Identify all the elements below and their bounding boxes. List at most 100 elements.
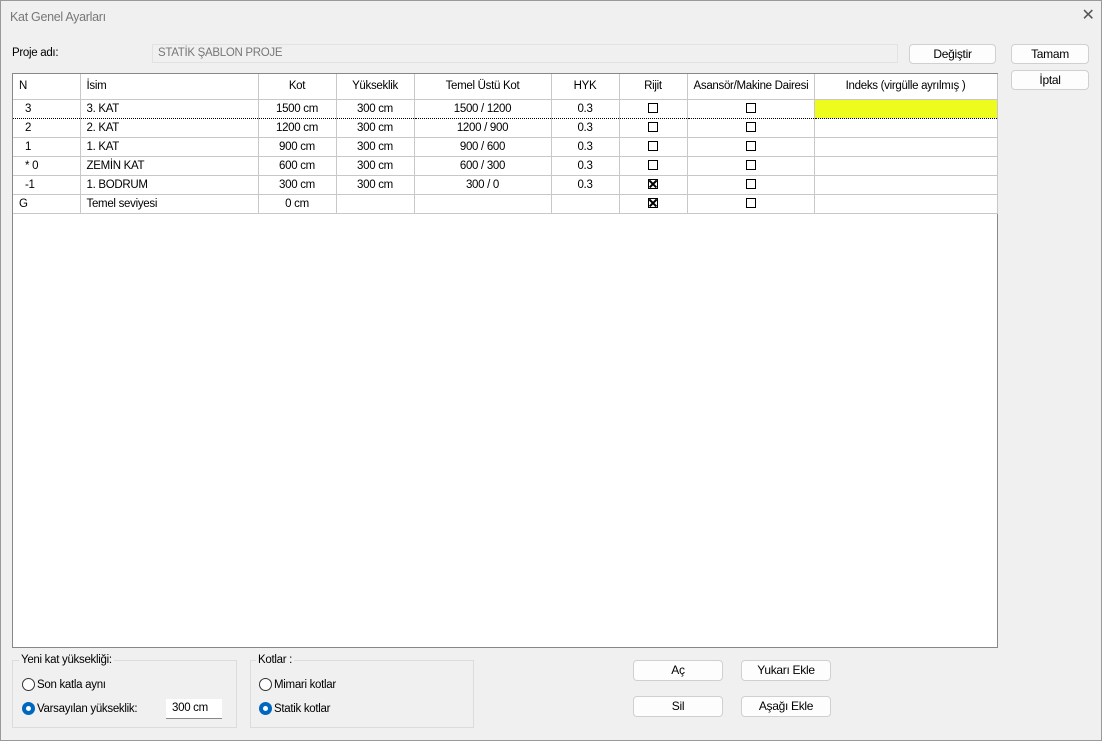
kot-cell[interactable]: 1200 cm xyxy=(258,118,336,137)
temel-cell[interactable]: 900 / 600 xyxy=(414,137,551,156)
n-cell[interactable]: -1 xyxy=(13,175,80,194)
rigid-cell[interactable] xyxy=(619,194,687,213)
window-title: Kat Genel Ayarları xyxy=(10,10,106,24)
rigid-cell[interactable] xyxy=(619,99,687,118)
height-cell[interactable]: 300 cm xyxy=(336,175,414,194)
name-cell[interactable]: Temel seviyesi xyxy=(80,194,258,213)
add-below-button[interactable]: Aşağı Ekle xyxy=(741,696,831,717)
unchecked-checkbox-icon[interactable] xyxy=(746,198,756,208)
elevator-cell[interactable] xyxy=(687,99,814,118)
index-cell[interactable] xyxy=(814,118,997,137)
temel-cell[interactable] xyxy=(414,194,551,213)
height-cell[interactable]: 300 cm xyxy=(336,156,414,175)
table-row[interactable]: -11. BODRUM300 cm300 cm300 / 00.3 xyxy=(13,175,997,194)
unchecked-checkbox-icon[interactable] xyxy=(648,141,658,151)
column-header[interactable]: İsim xyxy=(80,74,258,99)
close-icon[interactable]: ✕ xyxy=(1079,5,1097,25)
temel-cell[interactable]: 1200 / 900 xyxy=(414,118,551,137)
checked-checkbox-icon[interactable] xyxy=(648,198,658,208)
name-cell[interactable]: 1. BODRUM xyxy=(80,175,258,194)
column-header[interactable]: Rijit xyxy=(619,74,687,99)
index-cell[interactable] xyxy=(814,99,997,118)
radio-mimari[interactable]: Mimari kotlar xyxy=(259,678,336,691)
elevator-cell[interactable] xyxy=(687,194,814,213)
column-header[interactable]: Yükseklik xyxy=(336,74,414,99)
delete-button[interactable]: Sil xyxy=(633,696,723,717)
rigid-cell[interactable] xyxy=(619,156,687,175)
n-cell[interactable]: G xyxy=(13,194,80,213)
height-cell[interactable] xyxy=(336,194,414,213)
elevator-cell[interactable] xyxy=(687,175,814,194)
n-cell[interactable]: 1 xyxy=(13,137,80,156)
name-cell[interactable]: 2. KAT xyxy=(80,118,258,137)
open-button[interactable]: Aç xyxy=(633,660,723,681)
checked-checkbox-icon[interactable] xyxy=(648,179,658,189)
table-row[interactable]: * 0ZEMİN KAT600 cm300 cm600 / 3000.3 xyxy=(13,156,997,175)
column-header[interactable]: N xyxy=(13,74,80,99)
hyk-cell[interactable] xyxy=(551,194,619,213)
default-height-input[interactable]: 300 cm xyxy=(166,699,222,719)
radio-statik[interactable]: Statik kotlar xyxy=(259,702,330,715)
column-header[interactable]: HYK xyxy=(551,74,619,99)
radio-default-height[interactable]: Varsayılan yükseklik: xyxy=(22,702,137,715)
add-above-button[interactable]: Yukarı Ekle xyxy=(741,660,831,681)
n-cell[interactable]: 3 xyxy=(13,99,80,118)
rigid-cell[interactable] xyxy=(619,137,687,156)
elevator-cell[interactable] xyxy=(687,137,814,156)
height-cell[interactable]: 300 cm xyxy=(336,99,414,118)
height-cell[interactable]: 300 cm xyxy=(336,118,414,137)
hyk-cell[interactable]: 0.3 xyxy=(551,118,619,137)
kotlar-label: Kotlar : xyxy=(256,654,294,666)
hyk-cell[interactable]: 0.3 xyxy=(551,156,619,175)
column-header[interactable]: Asansör/Makine Dairesi xyxy=(687,74,814,99)
temel-cell[interactable]: 600 / 300 xyxy=(414,156,551,175)
elevator-cell[interactable] xyxy=(687,156,814,175)
unchecked-checkbox-icon[interactable] xyxy=(746,179,756,189)
n-cell[interactable]: * 0 xyxy=(13,156,80,175)
column-header[interactable]: Kot xyxy=(258,74,336,99)
cancel-button[interactable]: İptal xyxy=(1011,70,1089,90)
index-cell[interactable] xyxy=(814,137,997,156)
floor-grid[interactable]: NİsimKotYükseklikTemel Üstü KotHYKRijitA… xyxy=(12,73,998,648)
change-button[interactable]: Değiştir xyxy=(909,44,996,64)
temel-cell[interactable]: 1500 / 1200 xyxy=(414,99,551,118)
n-cell[interactable]: 2 xyxy=(13,118,80,137)
temel-cell[interactable]: 300 / 0 xyxy=(414,175,551,194)
index-cell[interactable] xyxy=(814,194,997,213)
column-header[interactable]: Temel Üstü Kot xyxy=(414,74,551,99)
unchecked-checkbox-icon[interactable] xyxy=(648,122,658,132)
table-row[interactable]: GTemel seviyesi0 cm xyxy=(13,194,997,213)
column-header[interactable]: Indeks (virgülle ayrılmış ) xyxy=(814,74,997,99)
kot-cell[interactable]: 0 cm xyxy=(258,194,336,213)
radio-same-as-last[interactable]: Son katla aynı xyxy=(22,678,106,691)
hyk-cell[interactable]: 0.3 xyxy=(551,137,619,156)
hyk-cell[interactable]: 0.3 xyxy=(551,175,619,194)
ok-button[interactable]: Tamam xyxy=(1011,44,1089,64)
table-row[interactable]: 33. KAT1500 cm300 cm1500 / 12000.3 xyxy=(13,99,997,118)
name-cell[interactable]: ZEMİN KAT xyxy=(80,156,258,175)
kot-cell[interactable]: 600 cm xyxy=(258,156,336,175)
unchecked-checkbox-icon[interactable] xyxy=(648,103,658,113)
unchecked-checkbox-icon[interactable] xyxy=(746,103,756,113)
table-row[interactable]: 22. KAT1200 cm300 cm1200 / 9000.3 xyxy=(13,118,997,137)
rigid-cell[interactable] xyxy=(619,175,687,194)
unchecked-checkbox-icon[interactable] xyxy=(746,141,756,151)
name-cell[interactable]: 1. KAT xyxy=(80,137,258,156)
table-row[interactable]: 11. KAT900 cm300 cm900 / 6000.3 xyxy=(13,137,997,156)
kot-cell[interactable]: 900 cm xyxy=(258,137,336,156)
radio-icon xyxy=(259,678,272,691)
hyk-cell[interactable]: 0.3 xyxy=(551,99,619,118)
radio-label: Statik kotlar xyxy=(274,703,330,715)
unchecked-checkbox-icon[interactable] xyxy=(648,160,658,170)
unchecked-checkbox-icon[interactable] xyxy=(746,160,756,170)
index-cell[interactable] xyxy=(814,175,997,194)
unchecked-checkbox-icon[interactable] xyxy=(746,122,756,132)
elevator-cell[interactable] xyxy=(687,118,814,137)
height-cell[interactable]: 300 cm xyxy=(336,137,414,156)
rigid-cell[interactable] xyxy=(619,118,687,137)
kotlar-group xyxy=(250,660,474,728)
kot-cell[interactable]: 1500 cm xyxy=(258,99,336,118)
name-cell[interactable]: 3. KAT xyxy=(80,99,258,118)
kot-cell[interactable]: 300 cm xyxy=(258,175,336,194)
index-cell[interactable] xyxy=(814,156,997,175)
